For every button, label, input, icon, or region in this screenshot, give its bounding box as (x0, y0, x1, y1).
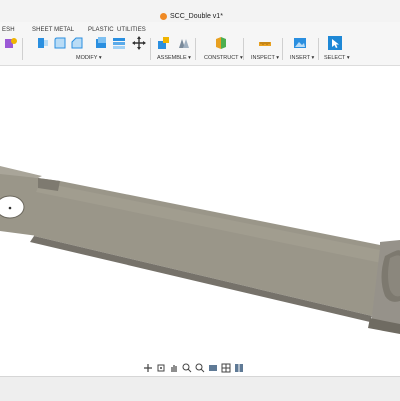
offset-plane-icon[interactable] (214, 36, 228, 50)
grid-settings-icon[interactable] (220, 363, 231, 373)
document-title: SCC_Double v1* (170, 13, 223, 20)
divider (243, 38, 244, 60)
select-icon[interactable] (328, 36, 342, 50)
tab-sheet-metal[interactable]: SHEET METAL (32, 27, 74, 33)
divider (22, 38, 23, 60)
assemble-menu[interactable]: ASSEMBLE ▾ (157, 55, 191, 61)
select-menu[interactable]: SELECT ▾ (324, 55, 350, 61)
tab-plastic[interactable]: PLASTIC (88, 27, 114, 33)
new-component-icon[interactable] (157, 36, 171, 50)
fillet-icon[interactable] (53, 36, 67, 50)
inspect-menu[interactable]: INSPECT ▾ (251, 55, 279, 61)
left-hole (0, 196, 24, 218)
fit-icon[interactable] (194, 363, 205, 373)
insert-image-icon[interactable] (293, 36, 307, 50)
mesh-tool-icon[interactable] (4, 36, 18, 50)
pan-icon[interactable] (168, 363, 179, 373)
chamfer-icon[interactable] (70, 36, 84, 50)
divider (150, 38, 151, 60)
document-icon (160, 13, 167, 20)
combine-icon[interactable] (112, 36, 126, 50)
press-pull-icon[interactable] (36, 36, 50, 50)
toolbar: ESH SHEET METAL PLASTIC UTILITIES (0, 22, 400, 66)
construct-menu[interactable]: CONSTRUCT ▾ (204, 55, 243, 61)
viewports-icon[interactable] (233, 363, 244, 373)
model-view[interactable] (0, 66, 400, 376)
zoom-icon[interactable] (181, 363, 192, 373)
shell-icon[interactable] (94, 36, 108, 50)
move-icon[interactable] (132, 36, 146, 50)
divider (195, 38, 196, 60)
insert-menu[interactable]: INSERT ▾ (290, 55, 314, 61)
divider (282, 38, 283, 60)
tab-utilities[interactable]: UTILITIES (117, 27, 146, 33)
modify-menu[interactable]: MODIFY ▾ (76, 55, 102, 61)
joint-icon[interactable] (177, 36, 191, 50)
left-hole-center (9, 207, 12, 210)
look-at-icon[interactable] (155, 363, 166, 373)
display-settings-icon[interactable] (207, 363, 218, 373)
orbit-icon[interactable] (142, 363, 153, 373)
status-bar (0, 376, 400, 401)
viewport-canvas[interactable] (0, 66, 400, 376)
tab-mesh[interactable]: ESH (2, 27, 15, 33)
measure-icon[interactable] (258, 36, 272, 50)
divider (318, 38, 319, 60)
navigation-bar (142, 362, 256, 374)
title-bar: SCC_Double v1* (0, 0, 400, 22)
